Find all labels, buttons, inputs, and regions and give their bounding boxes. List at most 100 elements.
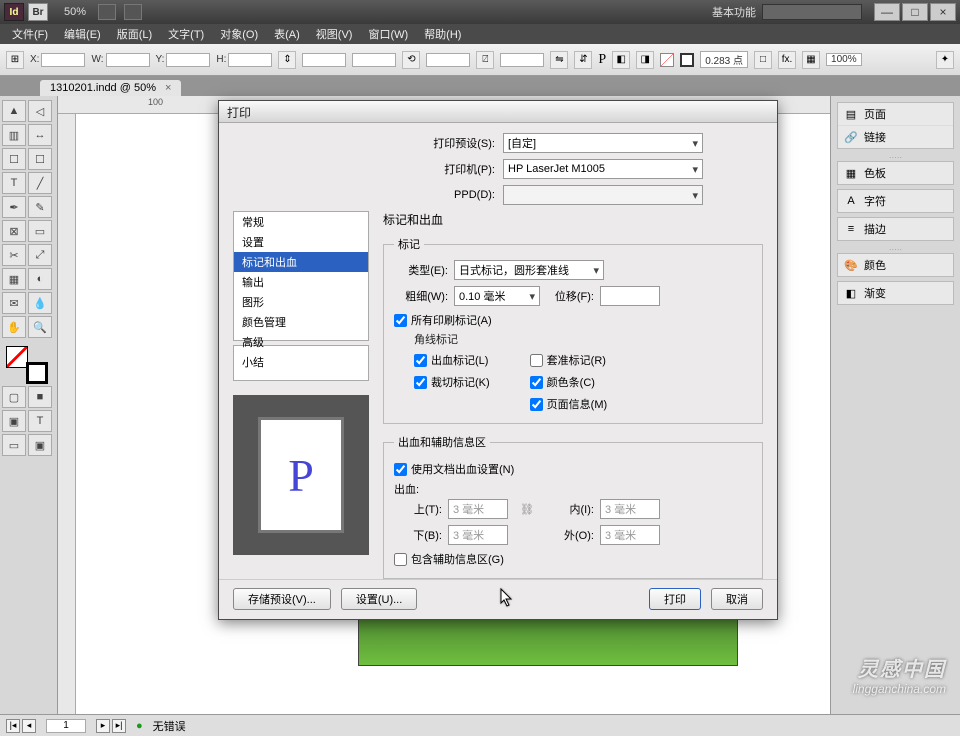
format-text-icon[interactable]: ▣ [2,410,26,432]
cancel-button[interactable]: 取消 [711,588,763,610]
print-button[interactable]: 打印 [649,588,701,610]
ctrl-icon-b[interactable]: ◨ [636,51,654,69]
page-first-button[interactable]: |◂ [6,719,20,733]
cat-setup[interactable]: 设置 [234,232,368,252]
y-input[interactable] [166,53,210,67]
scissors-tool[interactable]: ✂ [2,244,26,266]
gap-tool[interactable]: ↔ [28,124,52,146]
effects-icon[interactable]: □ [754,51,772,69]
zoom-level[interactable]: 50% [56,6,94,18]
cat-marks-bleed[interactable]: 标记和出血 [234,252,368,272]
x-input[interactable] [41,53,85,67]
hand-tool[interactable]: ✋ [2,316,26,338]
window-maximize-button[interactable]: □ [902,3,928,21]
menu-layout[interactable]: 版面(L) [109,24,160,44]
fill-swatch[interactable] [660,53,674,67]
rotate-icon[interactable]: ⟲ [402,51,420,69]
gradient-swatch-tool[interactable]: ▦ [2,268,26,290]
panel-pages[interactable]: ▤页面 [838,103,953,126]
page-info-checkbox[interactable] [530,398,543,411]
fx-icon[interactable]: fx. [778,51,796,69]
setup-button[interactable]: 设置(U)... [341,588,417,610]
cat-output[interactable]: 输出 [234,272,368,292]
all-marks-checkbox[interactable] [394,314,407,327]
content-placer-tool[interactable]: ☐ [28,148,52,170]
view-mode-normal[interactable]: ▭ [2,434,26,456]
direct-selection-tool[interactable]: ◁ [28,100,52,122]
printer-dropdown[interactable]: HP LaserJet M1005▾ [503,159,703,179]
apply-color-none[interactable]: ▢ [2,386,26,408]
line-tool[interactable]: ╱ [28,172,52,194]
cat-graphics[interactable]: 图形 [234,292,368,312]
page-tool[interactable]: ▥ [2,124,26,146]
rectangle-frame-tool[interactable]: ⊠ [2,220,26,242]
crop-marks-checkbox[interactable] [414,376,427,389]
tab-document[interactable]: 1310201.indd @ 50% × [40,80,181,96]
mark-type-dropdown[interactable]: 日式标记，圆形套准线▾ [454,260,604,280]
pen-tool[interactable]: ✒ [2,196,26,218]
free-transform-tool[interactable]: ⤢ [28,244,52,266]
menu-object[interactable]: 对象(O) [212,24,266,44]
gradient-feather-tool[interactable]: ◐ [28,268,52,290]
wrap-icon[interactable]: ▦ [802,51,820,69]
menu-type[interactable]: 文字(T) [160,24,212,44]
note-tool[interactable]: ✉ [2,292,26,314]
panel-stroke[interactable]: ≡描边 [838,218,953,240]
shear-input[interactable] [500,53,544,67]
menu-file[interactable]: 文件(F) [4,24,56,44]
window-minimize-button[interactable]: — [874,3,900,21]
constrain-icon[interactable]: ⇕ [278,51,296,69]
reference-point-icon[interactable]: ⊞ [6,51,24,69]
scale-x-input[interactable] [302,53,346,67]
pencil-tool[interactable]: ✎ [28,196,52,218]
panel-character[interactable]: A字符 [838,190,953,212]
preset-dropdown[interactable]: [自定]▾ [503,133,703,153]
fill-color-icon[interactable] [6,346,28,368]
save-preset-button[interactable]: 存储预设(V)... [233,588,331,610]
eyedropper-tool[interactable]: 💧 [28,292,52,314]
w-input[interactable] [106,53,150,67]
flip-h-icon[interactable]: ⇋ [550,51,568,69]
workspace-switcher[interactable]: 基本功能 [712,4,756,20]
page-prev-button[interactable]: ◂ [22,719,36,733]
menu-view[interactable]: 视图(V) [308,24,361,44]
window-close-button[interactable]: × [930,3,956,21]
stroke-color-icon[interactable] [26,362,48,384]
rectangle-tool[interactable]: ▭ [28,220,52,242]
cat-general[interactable]: 常规 [234,212,368,232]
stroke-weight-value[interactable]: 0.283 点 [700,51,748,68]
help-search-input[interactable] [762,4,862,20]
menu-window[interactable]: 窗口(W) [360,24,416,44]
opacity-value[interactable]: 100% [826,53,862,66]
link-bleed-icon[interactable]: ⛓ [520,503,534,516]
reg-marks-checkbox[interactable] [530,354,543,367]
menu-table[interactable]: 表(A) [266,24,308,44]
panel-links[interactable]: 🔗链接 [838,126,953,148]
mark-weight-dropdown[interactable]: 0.10 毫米▾ [454,286,540,306]
apply-color-icon[interactable]: ■ [28,386,52,408]
cat-color-mgmt[interactable]: 颜色管理 [234,312,368,332]
flip-v-icon[interactable]: ⇵ [574,51,592,69]
shear-icon[interactable]: ⍁ [476,51,494,69]
preflight-status-icon[interactable]: ● [136,720,143,732]
scale-y-input[interactable] [352,53,396,67]
include-slug-checkbox[interactable] [394,553,407,566]
screen-mode-icon[interactable] [124,4,142,20]
fill-stroke-control[interactable] [2,344,52,384]
type-tool[interactable]: T [2,172,26,194]
h-input[interactable] [228,53,272,67]
tab-close-icon[interactable]: × [165,82,171,94]
view-mode-preview[interactable]: ▣ [28,434,52,456]
page-next-button[interactable]: ▸ [96,719,110,733]
use-doc-bleed-checkbox[interactable] [394,463,407,476]
selection-tool[interactable]: ▲ [2,100,26,122]
panel-color[interactable]: 🎨颜色 [838,254,953,276]
bridge-badge[interactable]: Br [28,3,48,21]
page-last-button[interactable]: ▸| [112,719,126,733]
view-arrange-icon[interactable] [98,4,116,20]
zoom-tool[interactable]: 🔍 [28,316,52,338]
content-collector-tool[interactable]: ☐ [2,148,26,170]
format-container-icon[interactable]: T [28,410,52,432]
panel-swatches[interactable]: ▦色板 [838,162,953,184]
stroke-swatch[interactable] [680,53,694,67]
